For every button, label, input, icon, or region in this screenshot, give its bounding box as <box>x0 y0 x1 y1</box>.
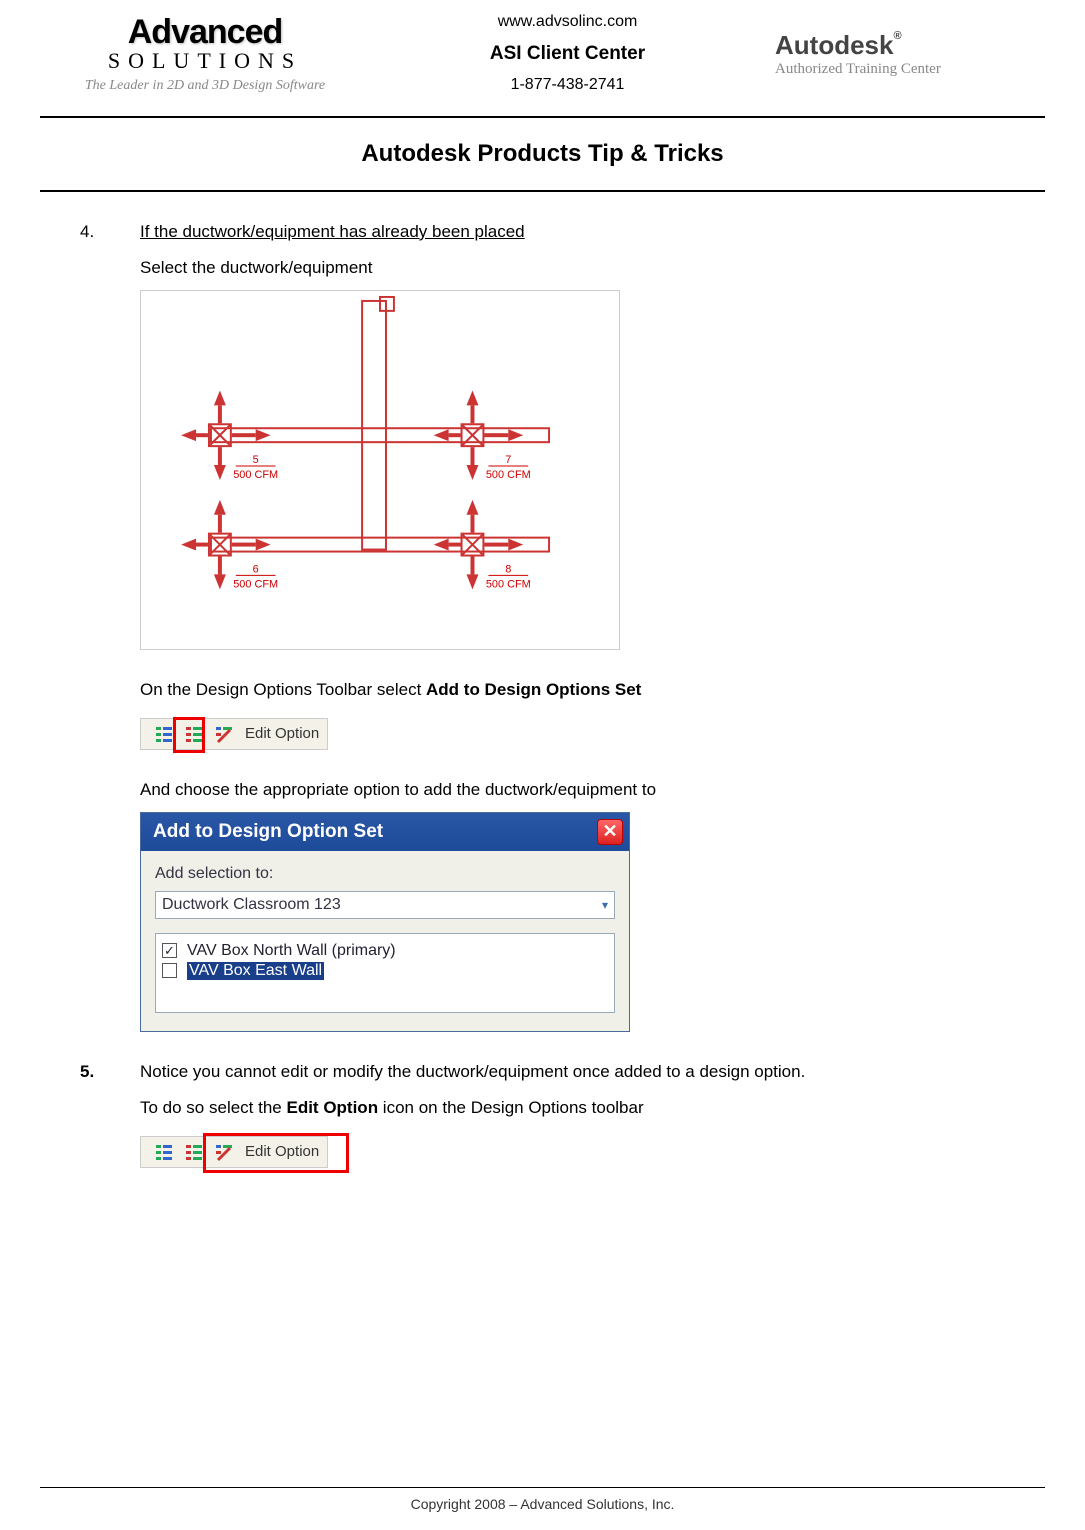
design-options-icon[interactable] <box>153 1141 175 1163</box>
dialog-title: Add to Design Option Set <box>153 821 383 843</box>
close-icon: ✕ <box>602 821 617 842</box>
step-4-p1: Select the ductwork/equipment <box>140 258 1025 278</box>
design-options-list: ✓ VAV Box North Wall (primary) VAV Box E… <box>155 933 615 1013</box>
design-option-set-select[interactable]: Ductwork Classroom 123 ▾ <box>155 891 615 919</box>
close-button[interactable]: ✕ <box>597 819 623 845</box>
cfm-label-7-cfm: 500 CFM <box>486 469 531 481</box>
step-number: 5. <box>80 1062 140 1182</box>
page-title: Autodesk Products Tip & Tricks <box>40 122 1045 186</box>
step-4-title: If the ductwork/equipment has already be… <box>140 222 1025 242</box>
copyright: Copyright 2008 – Advanced Solutions, Inc… <box>411 1496 675 1512</box>
step-number: 4. <box>80 222 140 1042</box>
dialog-titlebar: Add to Design Option Set ✕ <box>141 813 629 851</box>
option-label: VAV Box North Wall (primary) <box>187 942 396 960</box>
checkbox-icon[interactable] <box>162 963 177 978</box>
toolbar-label[interactable]: Edit Option <box>245 1143 319 1160</box>
logo-autodesk: Autodesk® Authorized Training Center <box>775 30 1035 78</box>
toolbar-label[interactable]: Edit Option <box>245 725 319 742</box>
logo-tagline: The Leader in 2D and 3D Design Software <box>50 78 360 94</box>
autodesk-sub: Authorized Training Center <box>775 61 1035 78</box>
list-item[interactable]: ✓ VAV Box North Wall (primary) <box>162 942 608 960</box>
autodesk-brand: Autodesk® <box>775 30 1035 61</box>
design-options-toolbar-1: Edit Option <box>140 718 328 750</box>
logo-advanced-solutions: Advanced SOLUTIONS The Leader in 2D and … <box>50 13 360 94</box>
edit-option-icon[interactable] <box>213 723 235 745</box>
edit-option-icon[interactable] <box>213 1141 235 1163</box>
cfm-label-6-cfm: 500 CFM <box>233 578 278 590</box>
logo-sub: SOLUTIONS <box>50 48 360 74</box>
ductwork-diagram: 5 500 CFM 7 500 CFM 6 500 CFM 8 500 CFM <box>140 290 620 650</box>
step-5: 5. Notice you cannot edit or modify the … <box>80 1062 1025 1182</box>
cfm-label-8-num: 8 <box>505 563 511 575</box>
add-to-design-options-icon[interactable] <box>183 1141 205 1163</box>
chevron-down-icon: ▾ <box>602 898 608 912</box>
header-phone: 1-877-438-2741 <box>360 71 775 100</box>
step-4-p3: And choose the appropriate option to add… <box>140 780 1025 800</box>
dialog-prompt: Add selection to: <box>155 865 615 883</box>
header-center: www.advsolinc.com ASI Client Center 1-87… <box>360 8 775 100</box>
design-options-icon[interactable] <box>153 723 175 745</box>
page-footer: Copyright 2008 – Advanced Solutions, Inc… <box>40 1483 1045 1512</box>
step-4: 4. If the ductwork/equipment has already… <box>80 222 1025 1042</box>
cfm-label-6-num: 6 <box>253 563 259 575</box>
cfm-label-8-cfm: 500 CFM <box>486 578 531 590</box>
design-options-toolbar-2: Edit Option <box>140 1136 328 1168</box>
logo-main: Advanced <box>50 13 360 52</box>
step-4-p2: On the Design Options Toolbar select Add… <box>140 680 1025 700</box>
add-to-design-options-icon[interactable] <box>183 723 205 745</box>
step-5-p2: To do so select the Edit Option icon on … <box>140 1098 1025 1118</box>
list-item[interactable]: VAV Box East Wall <box>162 962 608 980</box>
add-to-design-option-dialog: Add to Design Option Set ✕ Add selection… <box>140 812 630 1032</box>
cfm-label-7-num: 7 <box>505 454 511 466</box>
page-header: Advanced SOLUTIONS The Leader in 2D and … <box>40 0 1045 112</box>
header-url: www.advsolinc.com <box>360 8 775 37</box>
step-5-p1: Notice you cannot edit or modify the duc… <box>140 1062 1025 1082</box>
cfm-label-5-cfm: 500 CFM <box>233 469 278 481</box>
header-client-center: ASI Client Center <box>360 37 775 71</box>
checkbox-icon[interactable]: ✓ <box>162 943 177 958</box>
select-value: Ductwork Classroom 123 <box>162 896 341 914</box>
option-label: VAV Box East Wall <box>187 962 324 980</box>
cfm-label-5-num: 5 <box>253 454 259 466</box>
